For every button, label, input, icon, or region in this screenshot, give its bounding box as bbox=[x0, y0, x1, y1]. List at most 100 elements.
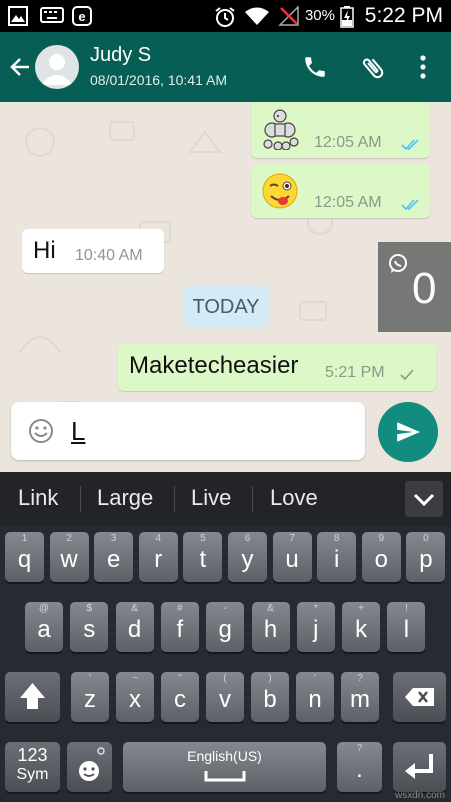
key-j[interactable]: * j bbox=[296, 602, 335, 652]
chat-area[interactable]: 12:05 AM 12:05 AM Hi 10:40 AM TODAY Make… bbox=[0, 102, 451, 472]
key-label: f bbox=[176, 616, 184, 643]
key-label: e bbox=[107, 546, 121, 573]
key-label: w bbox=[60, 546, 78, 573]
poodle-sticker-icon bbox=[263, 109, 299, 150]
key-hint: - bbox=[223, 603, 227, 614]
phone-icon[interactable] bbox=[302, 54, 328, 80]
key-label: . bbox=[356, 756, 363, 783]
chevron-down-icon bbox=[413, 493, 435, 507]
key-a[interactable]: @ a bbox=[25, 602, 63, 652]
key-k[interactable]: + k bbox=[342, 602, 381, 652]
attach-icon[interactable] bbox=[358, 54, 388, 82]
whatsapp-logo-icon bbox=[389, 254, 407, 273]
keyboard-icon bbox=[40, 7, 64, 23]
key-r[interactable]: 4r bbox=[138, 532, 178, 582]
composer-text: L bbox=[71, 416, 86, 446]
send-button[interactable] bbox=[378, 402, 438, 462]
suggestion-item[interactable]: Link bbox=[18, 485, 58, 511]
contact-name[interactable]: Judy S bbox=[90, 44, 151, 67]
key-b[interactable]: ) b bbox=[251, 672, 289, 722]
suggestion-item[interactable]: Live bbox=[191, 485, 231, 511]
suggestion-item[interactable]: Large bbox=[97, 485, 153, 511]
message-bubble-incoming[interactable]: Hi 10:40 AM bbox=[22, 229, 164, 273]
key-label: y bbox=[241, 546, 254, 573]
message-bubble-outgoing[interactable]: 12:05 AM bbox=[251, 102, 430, 158]
shift-key[interactable] bbox=[5, 672, 60, 722]
suggestion-item[interactable]: Love bbox=[270, 485, 318, 511]
double-tick-read-icon bbox=[401, 139, 419, 151]
wifi-icon bbox=[245, 7, 269, 25]
key-hint: 4 bbox=[155, 533, 162, 544]
symbols-key[interactable]: 123 Sym bbox=[5, 742, 60, 792]
message-bubble-outgoing[interactable]: 12:05 AM bbox=[251, 164, 430, 218]
space-key[interactable]: English(US) bbox=[123, 742, 326, 792]
key-g[interactable]: -g bbox=[206, 602, 245, 652]
key-o[interactable]: 9o bbox=[361, 532, 401, 582]
key-s[interactable]: $ s bbox=[70, 602, 109, 652]
enter-key[interactable] bbox=[393, 742, 446, 792]
symbols-label-2: Sym bbox=[16, 766, 49, 783]
key-z[interactable]: ' z bbox=[71, 672, 109, 722]
period-key[interactable]: ? . bbox=[337, 742, 382, 792]
divider bbox=[80, 486, 81, 512]
emoji-icon[interactable] bbox=[28, 418, 54, 444]
key-hint: 5 bbox=[200, 533, 206, 544]
key-i[interactable]: 8i bbox=[317, 532, 357, 582]
backspace-icon bbox=[405, 688, 434, 706]
key-t[interactable]: 5t bbox=[183, 532, 223, 582]
key-label: k bbox=[355, 616, 368, 643]
key-l[interactable]: ! l bbox=[387, 602, 426, 652]
message-time: 12:05 AM bbox=[314, 134, 382, 151]
key-hint: 8 bbox=[333, 533, 340, 544]
enter-arrow-icon bbox=[405, 754, 433, 779]
key-label: m bbox=[350, 686, 370, 713]
back-arrow-icon[interactable] bbox=[8, 55, 32, 79]
key-e[interactable]: 3e bbox=[94, 532, 134, 582]
key-label: g bbox=[218, 616, 232, 643]
key-n[interactable]: ' n bbox=[296, 672, 334, 722]
key-hint: * bbox=[313, 603, 318, 614]
message-text: Maketecheasier bbox=[129, 352, 299, 379]
key-m[interactable]: ? m bbox=[341, 672, 379, 722]
key-label: d bbox=[127, 616, 142, 643]
key-hint: 3 bbox=[110, 533, 117, 544]
key-h[interactable]: & h bbox=[251, 602, 290, 652]
key-label: l bbox=[403, 616, 410, 643]
space-bar-icon bbox=[204, 771, 246, 782]
key-x[interactable]: ~ x bbox=[116, 672, 154, 722]
battery-percent: 30% bbox=[304, 7, 335, 24]
suggestion-strip: Link Large Live Love bbox=[0, 472, 451, 526]
key-hint: ? bbox=[357, 673, 363, 684]
key-label: u bbox=[285, 546, 299, 573]
message-bubble-outgoing[interactable]: Maketecheasier 5:21 PM bbox=[118, 344, 436, 391]
message-text: Hi bbox=[33, 237, 56, 264]
key-p[interactable]: 0p bbox=[406, 532, 446, 582]
floating-unread-counter[interactable]: 0 bbox=[378, 242, 451, 332]
emoji-settings-key[interactable] bbox=[67, 742, 112, 792]
message-input[interactable]: L bbox=[11, 402, 365, 460]
key-hint: + bbox=[358, 603, 365, 614]
backspace-key[interactable] bbox=[393, 672, 446, 722]
key-label: n bbox=[308, 686, 322, 713]
more-vert-icon[interactable] bbox=[416, 54, 430, 80]
key-w[interactable]: 2w bbox=[49, 532, 89, 582]
key-f[interactable]: # f bbox=[160, 602, 199, 652]
battery-charging-icon bbox=[340, 6, 354, 28]
symbols-label-1: 123 bbox=[17, 745, 48, 765]
key-hint: @ bbox=[38, 603, 50, 614]
collapse-suggestions-button[interactable] bbox=[405, 481, 443, 517]
key-c[interactable]: " c bbox=[161, 672, 199, 722]
alarm-icon bbox=[215, 7, 235, 27]
date-divider: TODAY bbox=[183, 286, 269, 328]
key-u[interactable]: 7u bbox=[272, 532, 312, 582]
key-label: a bbox=[37, 616, 51, 643]
key-v[interactable]: (v bbox=[206, 672, 244, 722]
key-label: o bbox=[374, 546, 388, 573]
key-y[interactable]: 6y bbox=[228, 532, 267, 582]
single-tick-sent-icon bbox=[400, 369, 414, 381]
key-hint: ? bbox=[356, 743, 363, 754]
winking-tongue-emoji-icon bbox=[262, 173, 298, 209]
key-q[interactable]: 1q bbox=[5, 532, 44, 582]
key-d[interactable]: & d bbox=[115, 602, 154, 652]
avatar[interactable] bbox=[35, 45, 79, 89]
